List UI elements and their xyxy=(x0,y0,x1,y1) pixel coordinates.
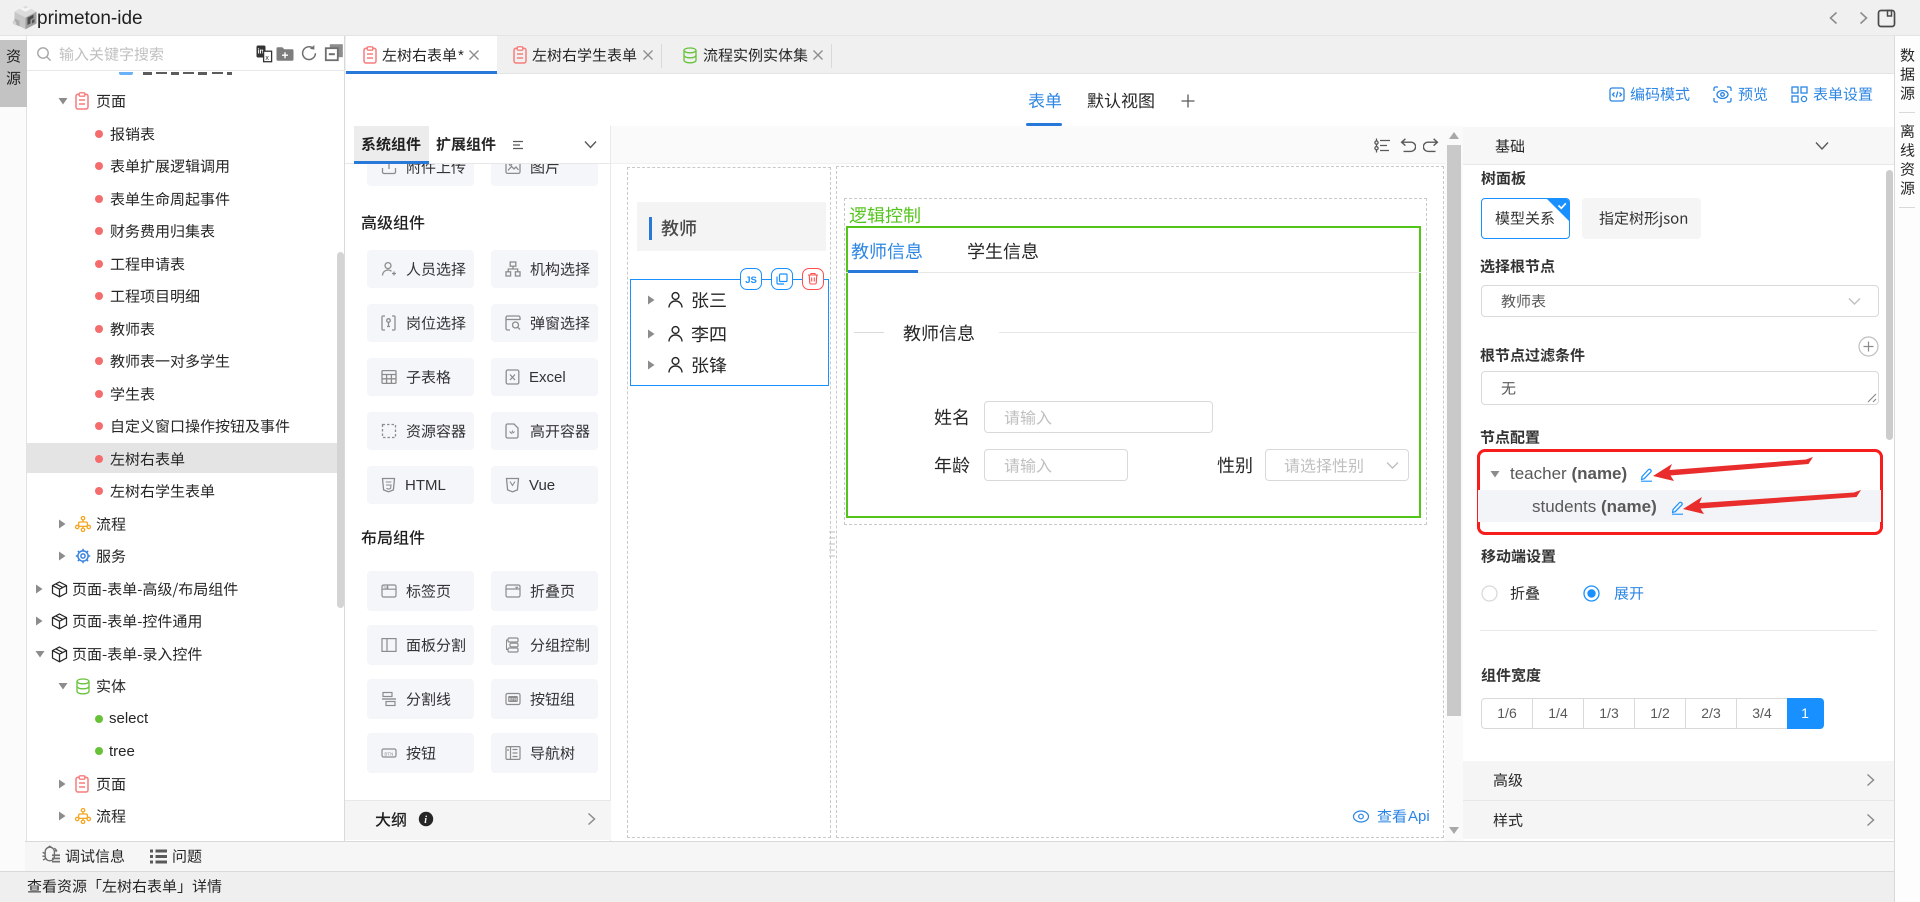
svg-text:JS: JS xyxy=(745,275,757,286)
svg-text:x: x xyxy=(265,55,269,62)
svg-text:i: i xyxy=(424,815,427,826)
svg-text:BTN: BTN xyxy=(509,697,517,702)
svg-text:BTN: BTN xyxy=(384,751,393,756)
svg-text:Tab: Tab xyxy=(383,585,389,589)
svg-text:in: in xyxy=(258,49,264,56)
